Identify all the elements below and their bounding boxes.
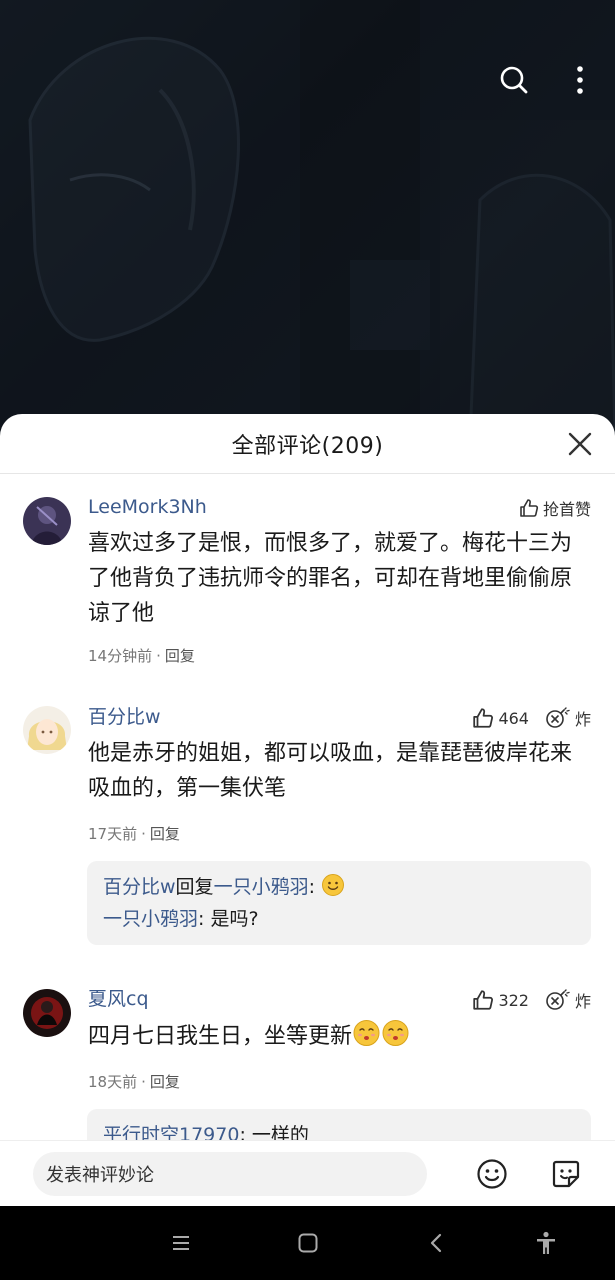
comment-composer-bar: 发表神评妙论 xyxy=(0,1140,615,1206)
close-button[interactable] xyxy=(567,431,593,457)
accessibility-button[interactable] xyxy=(533,1230,559,1256)
reply-link[interactable]: 回复 xyxy=(150,825,180,843)
bomb-label: 炸 xyxy=(574,992,591,1011)
reply-colon: : xyxy=(308,876,315,898)
thumbs-up-icon xyxy=(473,990,494,1010)
reply-verb: 回复 xyxy=(175,876,214,898)
like-button[interactable]: 464 xyxy=(472,707,529,729)
like-label: 抢首赞 xyxy=(542,500,591,519)
system-navigation-bar xyxy=(0,1206,615,1280)
like-button[interactable]: 322 xyxy=(472,989,529,1011)
comment-item: 百分比w 464 炸 他是赤牙的姐姐，都可以吸血，是靠琵琶彼岸花来吸血的，第一集 xyxy=(0,704,615,949)
comment-meta: 18天前 · 回复 xyxy=(88,1073,180,1091)
sticker-button[interactable] xyxy=(549,1157,583,1191)
comment-input-placeholder: 发表神评妙论 xyxy=(46,1165,154,1186)
avatar[interactable] xyxy=(23,989,71,1037)
comment-time: 18天前 xyxy=(88,1073,138,1091)
more-vertical-icon xyxy=(577,66,583,94)
comment-meta: 17天前 · 回复 xyxy=(88,825,180,843)
reply-link[interactable]: 回复 xyxy=(150,1073,180,1091)
reply-item: 一只小鸦羽: 是吗? xyxy=(103,903,575,935)
thumbs-up-icon xyxy=(473,708,494,728)
avatar[interactable] xyxy=(23,497,71,545)
reply-text: 是吗? xyxy=(210,908,259,930)
comment-time: 17天前 xyxy=(88,825,138,843)
sheet-title: 全部评论(209) xyxy=(231,433,384,459)
close-icon xyxy=(568,432,592,456)
comment-username[interactable]: 百分比w xyxy=(88,704,161,730)
comment-text: 他是赤牙的姐姐，都可以吸血，是靠琵琶彼岸花来吸血的，第一集伏笔 xyxy=(88,741,573,801)
like-count: 464 xyxy=(498,708,529,728)
bomb-button[interactable]: 炸 xyxy=(545,988,591,1012)
search-button[interactable] xyxy=(496,62,532,98)
comment-text: 四月七日我生日，坐等更新 xyxy=(88,1018,588,1054)
reply-target[interactable]: 一只小鸦羽 xyxy=(214,876,309,898)
reply-link[interactable]: 回复 xyxy=(165,647,195,665)
search-icon xyxy=(500,66,528,94)
comment-item: LeeMork3Nh 抢首赞 喜欢过多了是恨，而恨多了，就爱了。梅花十三为了他背… xyxy=(0,494,615,674)
comments-sheet: 全部评论(209) LeeMork3Nh 抢首赞 喜欢过多了是恨，而恨多了，就爱… xyxy=(0,414,615,1206)
comment-input[interactable]: 发表神评妙论 xyxy=(33,1152,427,1196)
like-count: 322 xyxy=(498,990,529,1010)
smile-emoji-icon xyxy=(322,874,345,896)
sheet-header: 全部评论(209) xyxy=(0,414,615,474)
comment-actions: 抢首赞 xyxy=(519,496,591,520)
comment-item: 夏风cq 322 炸 四月七日我生日，坐等更新 18天前 · 回复 平行时空17… xyxy=(0,986,615,1189)
comment-text: 喜欢过多了是恨，而恨多了，就爱了。梅花十三为了他背负了违抗师令的罪名，可却在背地… xyxy=(88,531,573,626)
comment-username[interactable]: 夏风cq xyxy=(88,986,149,1012)
home-button[interactable] xyxy=(295,1230,321,1256)
back-icon xyxy=(430,1233,442,1253)
avatar[interactable] xyxy=(23,706,71,754)
accessibility-icon xyxy=(537,1231,555,1254)
bomb-icon xyxy=(546,707,570,728)
reply-author[interactable]: 百分比w xyxy=(103,876,176,898)
kiss-emoji-icon xyxy=(382,1020,409,1046)
comment-time: 14分钟前 xyxy=(88,647,153,665)
emoji-icon xyxy=(477,1159,507,1189)
bomb-label: 炸 xyxy=(574,710,591,729)
comment-text-body: 四月七日我生日，坐等更新 xyxy=(88,1024,353,1049)
reply-colon: : xyxy=(198,908,205,930)
reply-thread[interactable]: 百分比w回复一只小鸦羽: 一只小鸦羽: 是吗? xyxy=(87,861,591,945)
comment-meta: 14分钟前 · 回复 xyxy=(88,647,195,665)
reply-author[interactable]: 一只小鸦羽 xyxy=(103,908,198,930)
like-button[interactable]: 抢首赞 xyxy=(519,496,591,520)
comment-actions: 464 炸 xyxy=(472,706,591,730)
comment-username[interactable]: LeeMork3Nh xyxy=(88,494,207,520)
kiss-emoji-icon xyxy=(353,1020,380,1046)
emoji-button[interactable] xyxy=(475,1157,509,1191)
recents-button[interactable] xyxy=(168,1230,194,1256)
home-icon xyxy=(298,1233,318,1253)
back-button[interactable] xyxy=(424,1230,450,1256)
reply-item: 百分比w回复一只小鸦羽: xyxy=(103,871,575,903)
comment-actions: 322 炸 xyxy=(472,988,591,1012)
bomb-icon xyxy=(546,989,570,1010)
more-options-button[interactable] xyxy=(562,62,598,98)
thumbs-up-icon xyxy=(520,499,539,517)
recents-icon xyxy=(173,1236,189,1250)
sticker-icon xyxy=(552,1160,580,1188)
bomb-button[interactable]: 炸 xyxy=(545,706,591,730)
video-player[interactable] xyxy=(0,0,615,440)
